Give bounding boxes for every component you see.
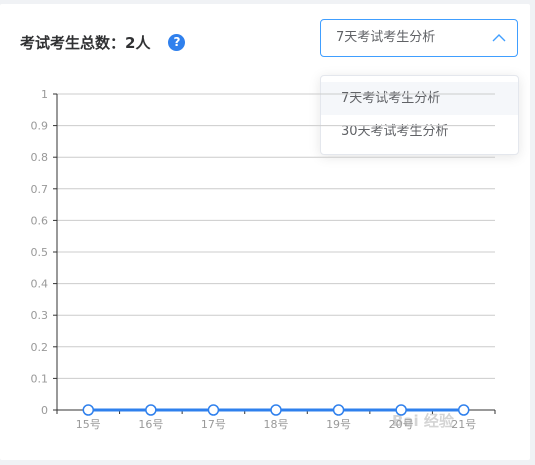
y-tick-label: 0.8 bbox=[31, 151, 49, 164]
y-tick-label: 0.1 bbox=[31, 372, 49, 385]
x-tick-label: 17号 bbox=[201, 418, 226, 431]
x-tick-label: 16号 bbox=[138, 418, 163, 431]
data-point bbox=[207, 404, 220, 416]
data-point bbox=[82, 404, 95, 416]
data-point bbox=[457, 404, 470, 416]
y-tick-label: 0.7 bbox=[31, 183, 49, 196]
data-point bbox=[270, 404, 282, 416]
y-tick-label: 0 bbox=[41, 404, 48, 417]
y-tick-label: 0.5 bbox=[31, 246, 49, 259]
y-tick-label: 0.6 bbox=[31, 214, 49, 227]
y-tick-label: 0.3 bbox=[31, 309, 49, 322]
data-point bbox=[332, 404, 345, 416]
x-tick-label: 21号 bbox=[451, 418, 476, 431]
data-point bbox=[145, 404, 157, 416]
y-tick-label: 0.4 bbox=[31, 278, 49, 291]
x-tick-label: 18号 bbox=[264, 418, 289, 431]
x-tick-label: 15号 bbox=[76, 418, 101, 431]
y-tick-label: 0.2 bbox=[31, 341, 49, 354]
x-tick-label: 19号 bbox=[326, 418, 351, 431]
watermark: Bai 经验 bbox=[392, 412, 454, 430]
y-tick-label: 1 bbox=[41, 88, 48, 101]
line-chart: 0 0.1 0.2 0.3 0.4 0.5 0.6 0.7 0.8 0.9 1 15号 16号 17号 18… bbox=[31, 88, 496, 431]
y-tick-label: 0.9 bbox=[31, 120, 49, 133]
